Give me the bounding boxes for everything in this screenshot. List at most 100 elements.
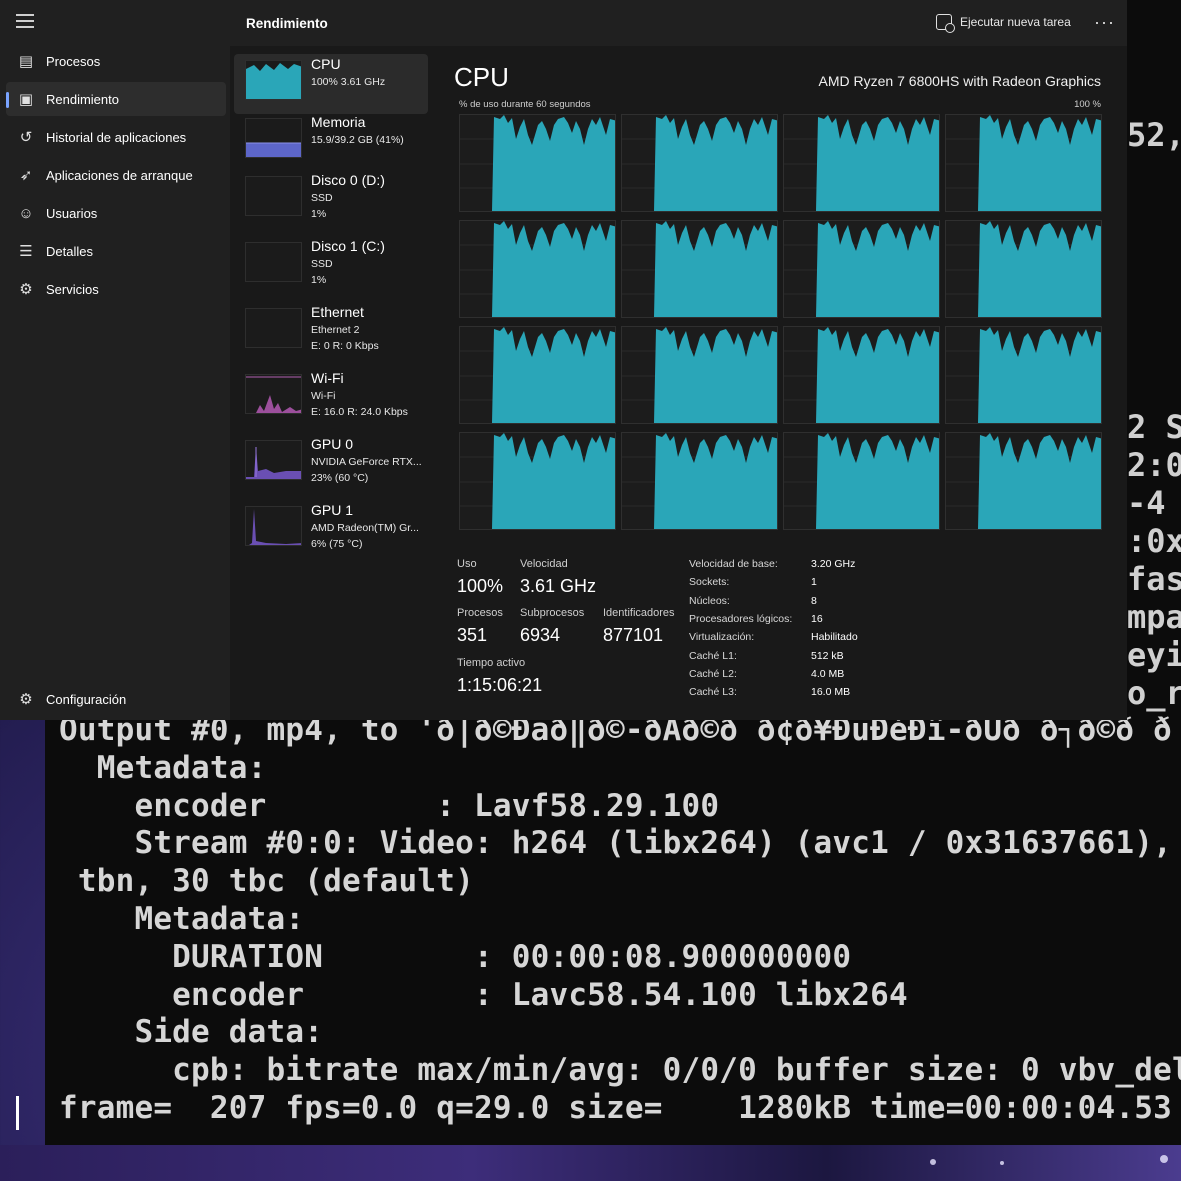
logical-processor-graph xyxy=(621,326,778,424)
terminal-line: encoder : Lavf58.29.100 xyxy=(59,787,720,824)
device-item-wi-fi[interactable]: Wi-Fi Wi-Fi E: 16.0 R: 24.0 Kbps xyxy=(234,368,428,428)
terminal-line: Metadata: xyxy=(59,901,305,937)
handles-value: 877101 xyxy=(603,625,664,645)
detail-value: Habilitado xyxy=(811,631,858,644)
sidebar-item-servicios[interactable]: ⚙ Servicios xyxy=(6,272,226,306)
device-detail: Wi-Fi xyxy=(311,390,336,402)
sidebar-item-label: Configuración xyxy=(46,691,127,707)
device-metric: E: 0 R: 0 Kbps xyxy=(311,340,379,352)
sidebar-item-usuarios[interactable]: ☺ Usuarios xyxy=(6,196,226,230)
task-manager-window: ▤ Procesos ▣ Rendimiento ↺ Historial de aplic… xyxy=(0,0,1127,720)
device-item-memoria[interactable]: Memoria 15.9/39.2 GB (41%) xyxy=(234,112,428,172)
device-detail: SSD xyxy=(311,258,333,270)
detail-value: 1 xyxy=(811,576,817,589)
device-detail: NVIDIA GeForce RTX... xyxy=(311,456,422,468)
desktop-wallpaper xyxy=(0,1145,1181,1181)
run-task-label: Ejecutar nueva tarea xyxy=(960,15,1071,29)
detail-key: Núcleos: xyxy=(689,594,730,607)
device-detail: Ethernet 2 xyxy=(311,324,360,336)
logical-processor-graph xyxy=(945,114,1102,212)
sidebar-item-historial[interactable]: ↺ Historial de aplicaciones xyxy=(6,120,226,154)
performance-content: CPU 100% 3.61 GHz Memoria 15.9/39.2 GB (41%… xyxy=(230,46,1127,720)
performance-icon: ▣ xyxy=(18,91,34,108)
processes-label: Procesos xyxy=(457,607,503,619)
terminal-line: Side data: xyxy=(59,1014,324,1051)
sidebar-item-procesos[interactable]: ▤ Procesos xyxy=(6,44,226,78)
device-metric: 23% (60 °C) xyxy=(311,472,369,484)
device-item-cpu[interactable]: CPU 100% 3.61 GHz xyxy=(234,54,428,114)
device-item-gpu-0[interactable]: GPU 0 NVIDIA GeForce RTX... 23% (60 °C) xyxy=(234,434,428,494)
sidebar-item-detalles[interactable]: ☰ Detalles xyxy=(6,234,226,268)
sidebar-item-label: Usuarios xyxy=(46,205,98,221)
sidebar-item-settings[interactable]: ⚙ Configuración xyxy=(6,682,126,716)
detail-value: 4.0 MB xyxy=(811,667,845,680)
detail-key: Caché L3: xyxy=(689,686,737,699)
terminal-line: DURATION : 00:00:08.900000000 xyxy=(59,938,852,975)
sidebar: ▤ Procesos ▣ Rendimiento ↺ Historial de aplic… xyxy=(0,0,230,720)
sidebar-item-label: Procesos xyxy=(46,53,101,69)
sidebar-item-label: Aplicaciones de arranque xyxy=(46,167,193,183)
logical-processor-graph xyxy=(459,220,616,318)
logical-processor-graph xyxy=(783,220,940,318)
more-options-button[interactable]: ··· xyxy=(1094,12,1115,33)
device-thumbnail-graph xyxy=(245,374,302,414)
graph-max-label: 100 % xyxy=(1074,99,1101,110)
logical-processor-graph xyxy=(783,114,940,212)
device-item-disco-1-c[interactable]: Disco 1 (C:) SSD 1% xyxy=(234,236,428,296)
logical-processor-graph xyxy=(945,326,1102,424)
sidebar-item-rendimiento[interactable]: ▣ Rendimiento xyxy=(6,82,226,116)
terminal-line: tbn, 30 tbc (default) xyxy=(59,863,474,900)
device-item-disco-0-d[interactable]: Disco 0 (D:) SSD 1% xyxy=(234,170,428,230)
terminal-fragment: 2 SS xyxy=(1127,408,1181,446)
device-detail: AMD Radeon(TM) Gr... xyxy=(311,522,419,534)
terminal-fragment: mpat xyxy=(1127,598,1181,636)
page-title: Rendimiento xyxy=(246,16,328,31)
logical-processor-graph xyxy=(783,432,940,530)
detail-key: Sockets: xyxy=(689,576,730,589)
details-icon: ☰ xyxy=(19,243,33,260)
run-new-task-button[interactable]: Ejecutar nueva tarea xyxy=(936,14,1071,33)
detail-key: Virtualización: xyxy=(689,631,755,644)
detail-value: 3.20 GHz xyxy=(811,558,856,570)
hamburger-menu-icon[interactable] xyxy=(16,14,34,30)
device-name: Memoria xyxy=(311,114,366,130)
cpu-title: CPU xyxy=(454,62,509,92)
device-thumbnail-graph xyxy=(245,176,302,216)
device-thumbnail-graph xyxy=(245,118,302,158)
handles-label: Identificadores xyxy=(603,607,675,619)
device-metric: 1% xyxy=(311,274,327,286)
speed-label: Velocidad xyxy=(520,558,568,570)
terminal-line: Stream #0:0: Video: h264 (libx264) (avc1… xyxy=(59,825,1172,862)
terminal-cursor xyxy=(16,1096,19,1130)
detail-value: 16 xyxy=(811,612,823,625)
terminal-line: encoder : Lavc58.54.100 libx264 xyxy=(59,976,908,1013)
device-name: GPU 1 xyxy=(311,502,354,518)
detail-value: 512 kB xyxy=(811,649,844,662)
device-thumbnail-graph xyxy=(245,440,302,480)
device-name: Disco 0 (D:) xyxy=(311,172,385,188)
logical-processor-graph xyxy=(945,220,1102,318)
logical-processor-graph xyxy=(621,432,778,530)
device-metric: E: 16.0 R: 24.0 Kbps xyxy=(311,406,408,418)
graph-caption: % de uso durante 60 segundos xyxy=(459,99,591,110)
speed-value: 3.61 GHz xyxy=(520,576,597,596)
device-metric: 1% xyxy=(311,208,327,220)
sidebar-item-label: Servicios xyxy=(46,281,99,297)
startup-icon: ➶ xyxy=(19,167,33,184)
device-name: Disco 1 (C:) xyxy=(311,238,385,254)
logical-processor-graph xyxy=(459,114,616,212)
terminal-line: cpb: bitrate max/min/avg: 0/0/0 buffer s… xyxy=(59,1052,1181,1089)
detail-key: Caché L2: xyxy=(689,667,737,680)
device-detail: 15.9/39.2 GB (41%) xyxy=(311,134,404,146)
device-metric: 6% (75 °C) xyxy=(311,538,363,550)
device-name: Wi-Fi xyxy=(311,370,344,386)
device-thumbnail-graph xyxy=(245,242,302,282)
logical-processor-graph xyxy=(621,220,778,318)
sidebar-item-aplicaciones[interactable]: ➶ Aplicaciones de arranque xyxy=(6,158,226,192)
device-item-ethernet[interactable]: Ethernet Ethernet 2 E: 0 R: 0 Kbps xyxy=(234,302,428,362)
terminal-fragment: 2:0 xyxy=(1127,446,1181,484)
detail-value: 16.0 MB xyxy=(811,686,851,699)
device-item-gpu-1[interactable]: GPU 1 AMD Radeon(TM) Gr... 6% (75 °C) xyxy=(234,500,428,560)
uptime-label: Tiempo activo xyxy=(457,657,526,669)
device-detail: 100% 3.61 GHz xyxy=(311,76,386,88)
